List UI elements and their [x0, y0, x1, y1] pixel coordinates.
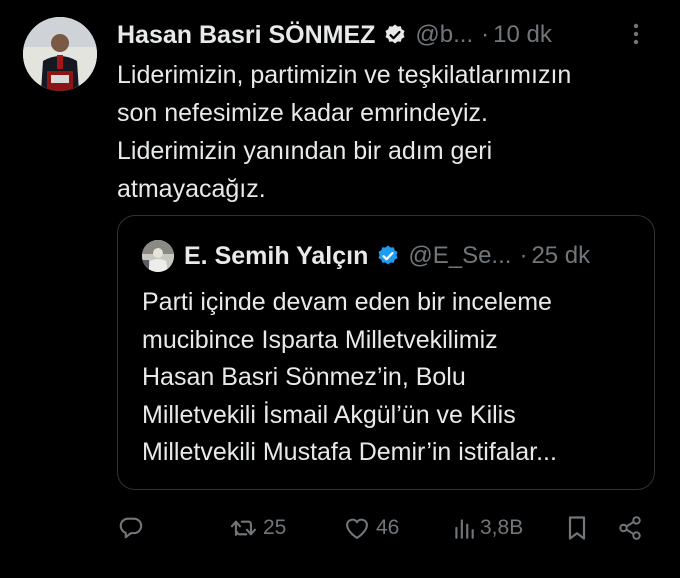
action-bar: 25 46 3,8B	[117, 508, 655, 548]
reply-icon	[117, 514, 145, 542]
author-avatar[interactable]	[23, 17, 97, 91]
separator-dot: ·	[481, 21, 490, 48]
retweet-icon	[229, 514, 259, 542]
tweet-time[interactable]: 10 dk	[493, 21, 552, 49]
quoted-line: Hasan Basri Sönmez’in, Bolu	[142, 363, 466, 391]
tweet-text: Liderimizin, partimizin ve teşkilatlarım…	[117, 56, 665, 208]
quoted-author-avatar	[142, 240, 174, 272]
like-button[interactable]: 46	[342, 508, 399, 548]
quoted-line: Milletvekili İsmail Akgül’ün ve Kilis	[142, 400, 516, 429]
quoted-tweet[interactable]: E. Semih Yalçın @E_Se... · 25 dk Parti i…	[117, 215, 655, 490]
tweet-line: son nefesimize kadar emrindeyiz.	[117, 99, 488, 127]
reply-button[interactable]	[117, 508, 145, 548]
tweet-header: Hasan Basri SÖNMEZ @b... · 10 dk	[117, 18, 650, 52]
separator-dot: ·	[519, 242, 528, 269]
quoted-line: mucibince Isparta Milletvekilimiz	[142, 325, 498, 354]
tweet-line: Liderimizin yanından bir adım geri	[117, 137, 493, 165]
verified-badge-icon	[383, 23, 407, 47]
quoted-text: Parti içinde devam eden bir inceleme muc…	[142, 284, 642, 472]
bookmark-button[interactable]	[565, 508, 589, 548]
author-handle[interactable]: @b...	[415, 21, 473, 49]
quoted-author-handle: @E_Se...	[408, 242, 512, 269]
quoted-line: Milletvekili Mustafa Demir’in istifalar.…	[142, 438, 557, 466]
author-name[interactable]: Hasan Basri SÖNMEZ	[117, 21, 375, 50]
tweet-line: Liderimizin, partimizin ve teşkilatlarım…	[117, 61, 572, 89]
quoted-author-name: E. Semih Yalçın	[184, 241, 369, 270]
tweet-line: atmayacağız.	[117, 175, 266, 203]
share-button[interactable]	[617, 508, 643, 548]
quoted-time: 25 dk	[531, 242, 591, 269]
share-icon	[617, 514, 643, 542]
quoted-header: E. Semih Yalçın @E_Se... · 25 dk	[142, 240, 638, 272]
views-icon	[452, 515, 476, 541]
like-count: 46	[376, 516, 400, 539]
quoted-line: Parti içinde devam eden bir inceleme	[142, 288, 552, 316]
more-icon[interactable]	[622, 20, 650, 48]
retweet-button[interactable]: 25	[229, 508, 286, 548]
retweet-count: 25	[263, 516, 287, 539]
bookmark-icon	[565, 514, 589, 542]
like-icon	[342, 514, 372, 542]
views-button[interactable]: 3,8B	[452, 508, 523, 548]
verified-badge-icon	[376, 244, 400, 268]
views-count: 3,8B	[480, 516, 524, 539]
